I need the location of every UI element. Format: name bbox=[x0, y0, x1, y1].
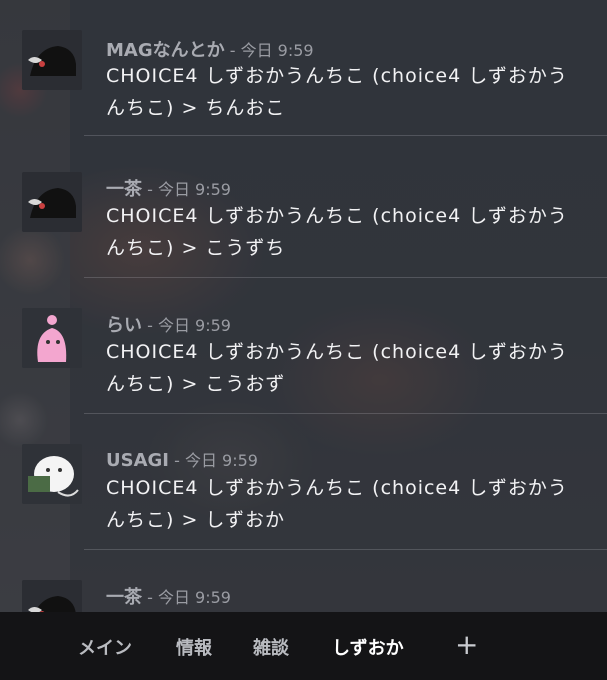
author-name[interactable]: USAGI bbox=[106, 450, 169, 471]
add-tab-button[interactable]: + bbox=[455, 628, 478, 661]
author-name[interactable]: MAGなんとか bbox=[106, 40, 225, 61]
black-bird-icon[interactable] bbox=[22, 172, 82, 232]
tab-info[interactable]: 情報 bbox=[176, 634, 212, 660]
message-text: CHOICE4 しずおかうんちこ (choice4 しずおかうんちこ) > こう… bbox=[106, 341, 568, 395]
message-header: USAGI - 今日 9:59 bbox=[106, 447, 258, 471]
message-item: USAGI - 今日 9:59 CHOICE4 しずおかうんちこ (choice… bbox=[0, 414, 607, 550]
pink-creature-icon[interactable] bbox=[22, 308, 82, 368]
white-bird-with-book-icon[interactable] bbox=[22, 444, 82, 504]
message-text: CHOICE4 しずおかうんちこ (choice4 しずおかうんちこ) > こう… bbox=[106, 205, 568, 259]
timestamp: - 今日 9:59 bbox=[229, 41, 314, 60]
message-header: らい - 今日 9:59 bbox=[106, 311, 231, 337]
message-feed[interactable]: MAGなんとか - 今日 9:59 CHOICE4 しずおかうんちこ (choi… bbox=[0, 0, 607, 640]
tab-main[interactable]: メイン bbox=[78, 634, 132, 660]
timestamp: - 今日 9:59 bbox=[147, 180, 231, 199]
timestamp: - 今日 9:59 bbox=[147, 588, 231, 607]
black-bird-icon[interactable] bbox=[22, 30, 82, 90]
tab-chat[interactable]: 雑談 bbox=[253, 634, 289, 660]
timestamp: - 今日 9:59 bbox=[174, 451, 258, 470]
timestamp: - 今日 9:59 bbox=[147, 316, 231, 335]
message-header: MAGなんとか - 今日 9:59 bbox=[106, 36, 314, 62]
author-name[interactable]: 一茶 bbox=[106, 179, 142, 200]
tab-shizuoka[interactable]: しずおか bbox=[332, 634, 404, 660]
author-name[interactable]: らい bbox=[106, 315, 142, 336]
message-header: 一茶 - 今日 9:59 bbox=[106, 583, 231, 609]
message-header: 一茶 - 今日 9:59 bbox=[106, 175, 231, 201]
channel-tab-bar: メイン 情報 雑談 しずおか + bbox=[0, 612, 607, 680]
chat-screen: MAGなんとか - 今日 9:59 CHOICE4 しずおかうんちこ (choi… bbox=[0, 0, 607, 680]
message-item: MAGなんとか - 今日 9:59 CHOICE4 しずおかうんちこ (choi… bbox=[0, 0, 607, 136]
message-item: 一茶 - 今日 9:59 CHOICE4 しずおかうんちこ (choice4 し… bbox=[0, 142, 607, 278]
message-text: CHOICE4 しずおかうんちこ (choice4 しずおかうんちこ) > しず… bbox=[106, 477, 568, 531]
message-item: らい - 今日 9:59 CHOICE4 しずおかうんちこ (choice4 し… bbox=[0, 278, 607, 414]
message-text: CHOICE4 しずおかうんちこ (choice4 しずおかうんちこ) > ちん… bbox=[106, 65, 568, 119]
author-name[interactable]: 一茶 bbox=[106, 587, 142, 608]
